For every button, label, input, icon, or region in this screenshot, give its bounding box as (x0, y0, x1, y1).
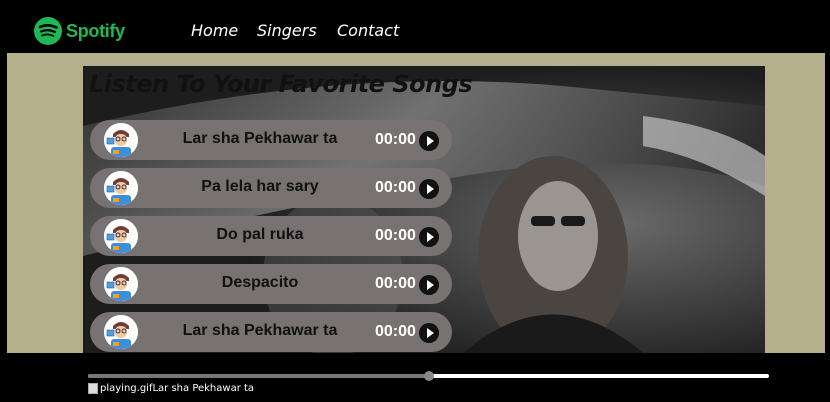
spotify-logo-icon (34, 17, 62, 45)
broken-image-icon (88, 383, 98, 394)
playing-gif-alt: playing.gif (100, 383, 153, 394)
song-item[interactable]: Do pal ruka 00:00 (90, 216, 452, 256)
hero-section: Listen To Your Favorite Songs Lar sha Pe… (83, 66, 765, 353)
brand-name: Spotify (66, 20, 125, 41)
avatar-icon (104, 123, 138, 157)
song-item[interactable]: Lar sha Pekhawar ta 00:00 (90, 120, 452, 160)
current-song-name: Lar sha Pekhawar ta (152, 383, 255, 394)
song-title: Pa lela har sary (201, 178, 319, 195)
progress-bar[interactable] (88, 371, 769, 381)
song-item[interactable]: Lar sha Pekhawar ta 00:00 (90, 312, 452, 352)
song-duration: 00:00 (375, 131, 416, 148)
song-item[interactable]: Despacito 00:00 (90, 264, 452, 304)
play-icon[interactable] (419, 179, 439, 199)
nav-link-contact[interactable]: Contact (337, 21, 399, 40)
bottom-player: playing.gif Lar sha Pekhawar ta (7, 353, 825, 397)
song-title: Despacito (221, 274, 299, 291)
avatar-icon (104, 219, 138, 253)
progress-fill (88, 374, 429, 378)
nav-link-home[interactable]: Home (191, 21, 238, 40)
navbar: Spotify Home Singers Contact (7, 7, 825, 53)
play-icon[interactable] (419, 275, 439, 295)
now-playing-info: playing.gif Lar sha Pekhawar ta (88, 383, 254, 394)
brand-logo[interactable]: Spotify (34, 17, 125, 45)
page-title: Listen To Your Favorite Songs (89, 70, 473, 98)
play-icon[interactable] (419, 227, 439, 247)
play-icon[interactable] (419, 131, 439, 151)
song-duration: 00:00 (375, 227, 416, 244)
avatar-icon (104, 171, 138, 205)
progress-thumb[interactable] (423, 371, 434, 381)
song-duration: 00:00 (375, 275, 416, 292)
play-icon[interactable] (419, 323, 439, 343)
song-title: Lar sha Pekhawar ta (182, 322, 338, 339)
song-title: Do pal ruka (216, 226, 304, 243)
song-title: Lar sha Pekhawar ta (182, 130, 338, 147)
avatar-icon (104, 267, 138, 301)
song-item[interactable]: Pa lela har sary 00:00 (90, 168, 452, 208)
avatar-icon (104, 315, 138, 349)
nav-link-singers[interactable]: Singers (257, 21, 317, 40)
page-frame: Spotify Home Singers Contact Listen To Y… (7, 7, 825, 397)
hero-background-image (83, 66, 765, 353)
song-duration: 00:00 (375, 323, 416, 340)
song-duration: 00:00 (375, 179, 416, 196)
